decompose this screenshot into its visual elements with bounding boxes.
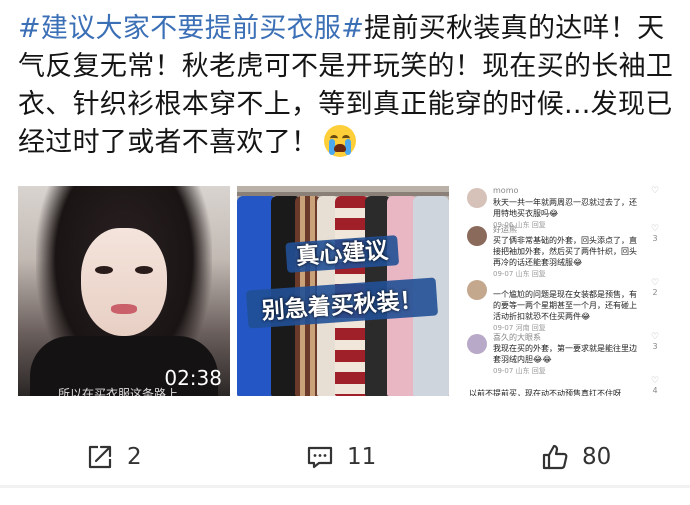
comment-text: 我现在买的外套，第一要求就是能往里边套羽绒内胆😂😂 09-07 山东 回复 — [493, 344, 637, 375]
heart-icon: ♡ — [650, 376, 660, 386]
divider — [0, 485, 690, 488]
comment-like: ♡ — [649, 186, 661, 196]
comment-meta: 09-07 河南 回复 — [493, 324, 546, 332]
post-text: #建议大家不要提前买衣服#提前买秋装真的达咩！天气反复无常！秋老虎可不是开玩笑的… — [18, 10, 678, 162]
video-duration: 02:38 — [164, 366, 222, 390]
comment-like: ♡ 4 — [650, 376, 660, 395]
comment-like: ♡ 3 — [650, 332, 660, 351]
comment-author: momo — [493, 186, 519, 195]
heart-icon: ♡ — [650, 186, 660, 196]
comment-meta: 09-07 山东 回复 — [493, 367, 546, 375]
comment-text: 以前不提前买，现在动不动预售真扛不住呀 — [469, 389, 621, 396]
comment-like: ♡ 3 — [650, 224, 660, 243]
comment-meta: 09-07 山东 回复 — [493, 270, 546, 278]
share-button[interactable]: 2 — [85, 437, 142, 477]
video-subtitle: 所以在买衣服这条路上 — [58, 387, 179, 396]
avatar — [467, 226, 487, 246]
video-thumbnail[interactable]: 所以在买衣服这条路上 02:38 — [18, 186, 230, 396]
avatar — [467, 280, 487, 300]
heart-icon: ♡ — [650, 224, 660, 234]
thumbs-up-icon — [542, 444, 568, 470]
avatar — [467, 334, 487, 354]
comment-like: ♡ 2 — [650, 278, 660, 297]
comment-author: 好运熊 — [493, 225, 517, 234]
topic-hashtag[interactable]: #建议大家不要提前买衣服# — [18, 13, 364, 44]
like-count: 80 — [582, 444, 612, 470]
comment-button[interactable]: 11 — [305, 437, 376, 477]
comments-screenshot[interactable]: momo 秋天一共一年就两周忍一忍就过去了，还用特地买衣服吗😂 09-06 山东 … — [457, 186, 669, 396]
comment-text: 一个尴尬的问题是现在女装都是预售，有的要等一两个星期甚至一个月，还有碰上活动折扣… — [493, 290, 637, 332]
comment-author: 喜久的大眼系 — [493, 333, 541, 342]
share-count: 2 — [127, 444, 142, 470]
heart-icon: ♡ — [650, 332, 660, 342]
comment-count: 11 — [347, 444, 377, 470]
clothes-image[interactable]: 真心建议 别急着买秋装！ — [237, 186, 449, 396]
like-button[interactable]: 80 — [540, 437, 611, 477]
heart-icon: ♡ — [650, 278, 660, 288]
comment-text: 买了俩非常基础的外套，回头添点了，直接把袖加外套，然后买了两件针织，回头再冷的话… — [493, 236, 637, 278]
comment-icon — [307, 446, 333, 469]
avatar — [467, 188, 487, 208]
share-icon — [88, 445, 112, 469]
crying-emoji-icon — [324, 125, 357, 157]
